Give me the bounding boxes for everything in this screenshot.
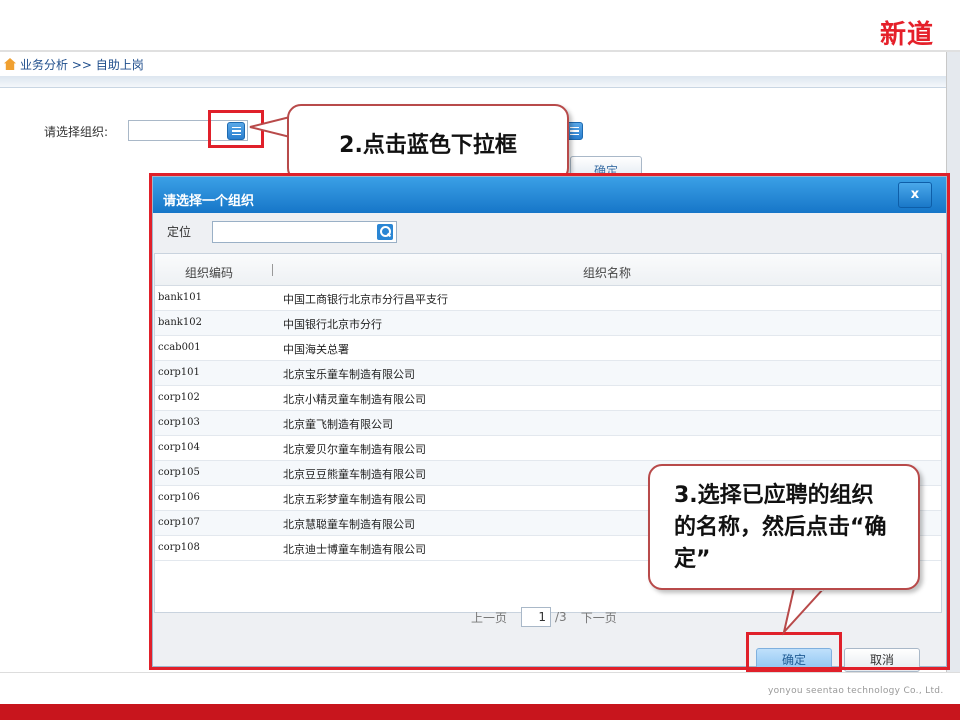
callout-step2: 2.点击蓝色下拉框 (287, 104, 569, 182)
callout-tail (782, 587, 827, 636)
callout-tail (249, 115, 292, 139)
breadcrumb: 业务分析 >> 自助上岗 (0, 52, 946, 76)
footer-divider (0, 672, 960, 673)
callout-step3: 3.选择已应聘的组织的名称，然后点击“确定” (648, 464, 920, 590)
org-label: 请选择组织: (44, 125, 109, 139)
toolbar-strip (0, 76, 946, 88)
footer-copyright: yonyou seentao technology Co., Ltd. (768, 686, 944, 696)
footer-bar (0, 704, 960, 720)
highlight-box-ok (746, 632, 842, 672)
breadcrumb-text: 业务分析 >> 自助上岗 (20, 57, 144, 72)
brand-logo: 新道 (880, 20, 935, 50)
home-icon[interactable] (4, 58, 16, 70)
